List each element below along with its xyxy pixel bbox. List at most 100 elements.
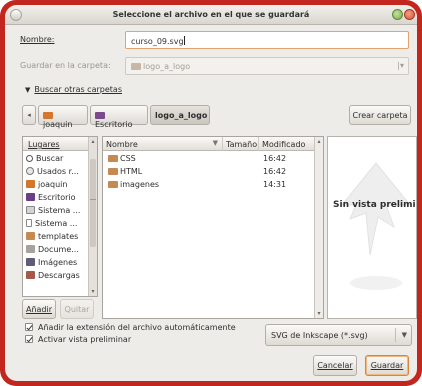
create-folder-button[interactable]: Crear carpeta bbox=[349, 105, 411, 125]
crumb-label: joaquin bbox=[43, 120, 73, 129]
place-item-desktop[interactable]: Escritorio bbox=[23, 191, 90, 204]
column-name-label: Nombre bbox=[106, 140, 138, 149]
preview-pane: Sin vista prelimin bbox=[327, 136, 417, 319]
file-modified: 16:42 bbox=[263, 167, 287, 176]
documents-folder-icon bbox=[26, 245, 35, 253]
folder-icon bbox=[131, 63, 141, 70]
folder-icon bbox=[108, 155, 118, 162]
browse-folders-expander[interactable]: ▼ Buscar otras carpetas bbox=[25, 85, 122, 94]
name-label-text: Nombre: bbox=[20, 35, 55, 44]
place-label: joaquin bbox=[38, 180, 68, 189]
place-item-recent[interactable]: Usados r... bbox=[23, 165, 90, 178]
pictures-folder-icon bbox=[26, 258, 35, 266]
add-place-label: Añadir bbox=[25, 305, 53, 314]
folder-icon bbox=[26, 232, 35, 240]
places-scrollbar[interactable]: ▴ ▾ bbox=[88, 137, 97, 296]
filename-input[interactable]: curso_09.svg bbox=[125, 31, 409, 49]
home-folder-icon bbox=[43, 112, 53, 119]
places-header-label: Lugares bbox=[28, 140, 60, 149]
checkbox-checked-icon[interactable] bbox=[25, 335, 33, 343]
add-place-button[interactable]: Añadir bbox=[22, 299, 56, 319]
scrollbar-thumb[interactable] bbox=[90, 159, 96, 247]
browse-folders-label: Buscar otras carpetas bbox=[34, 85, 122, 94]
place-item-templates[interactable]: templates bbox=[23, 230, 90, 243]
file-name-cell: imagenes bbox=[108, 180, 159, 189]
expander-triangle-icon: ▼ bbox=[25, 86, 31, 94]
file-name-cell: HTML bbox=[108, 167, 142, 176]
downloads-folder-icon bbox=[26, 271, 35, 279]
auto-extension-label: Añadir la extensión del archivo automáti… bbox=[38, 323, 236, 332]
auto-extension-checkbox[interactable]: Añadir la extensión del archivo automáti… bbox=[25, 323, 236, 332]
place-item-system-2[interactable]: Sistema ... bbox=[23, 217, 90, 230]
name-label: Nombre: bbox=[20, 35, 54, 44]
place-item-system-1[interactable]: Sistema ... bbox=[23, 204, 90, 217]
file-row[interactable]: imagenes 14:31 bbox=[103, 179, 315, 191]
usb-drive-icon bbox=[26, 219, 32, 227]
files-scrollbar[interactable]: ▴ ▾ bbox=[314, 137, 323, 318]
sort-arrow-icon: ▼ bbox=[212, 139, 218, 147]
maximize-icon[interactable] bbox=[392, 9, 403, 20]
file-name: HTML bbox=[120, 167, 143, 176]
crumb-label: Escritorio bbox=[95, 120, 133, 129]
file-name-cell: CSS bbox=[108, 154, 136, 163]
close-icon[interactable] bbox=[404, 9, 415, 20]
file-row[interactable]: CSS 16:42 bbox=[103, 153, 315, 165]
place-label: Sistema ... bbox=[38, 206, 81, 215]
file-type-value: SVG de Inkscape (*.svg) bbox=[271, 331, 368, 340]
checkbox-checked-icon[interactable] bbox=[25, 323, 33, 331]
scroll-down-icon[interactable]: ▾ bbox=[89, 288, 97, 295]
place-label: Buscar bbox=[36, 154, 64, 163]
places-list: Buscar Usados r... joaquin Escritorio Si… bbox=[23, 152, 90, 282]
column-modified[interactable]: Modificado bbox=[259, 137, 315, 151]
place-item-pictures[interactable]: Imágenes bbox=[23, 256, 90, 269]
path-back-button[interactable]: ◂ bbox=[22, 105, 36, 125]
save-dialog: Seleccione el archivo en el que se guard… bbox=[5, 5, 417, 381]
place-item-downloads[interactable]: Descargas bbox=[23, 269, 90, 282]
crumb-escritorio[interactable]: Escritorio bbox=[90, 105, 148, 129]
scroll-grip bbox=[90, 199, 96, 200]
place-item-documents[interactable]: Docume... bbox=[23, 243, 90, 256]
folder-icon bbox=[108, 168, 118, 175]
column-size[interactable]: Tamaño bbox=[223, 137, 259, 151]
inkscape-logo-icon bbox=[340, 162, 412, 290]
places-panel: Lugares Buscar Usados r... joaquin Escri… bbox=[22, 136, 98, 297]
save-in-folder-combo: logo_a_logo |▾ bbox=[125, 57, 409, 75]
chevron-down-icon: ▼ bbox=[401, 331, 407, 339]
cancel-button[interactable]: Cancelar bbox=[313, 355, 357, 376]
scroll-up-icon[interactable]: ▴ bbox=[89, 138, 97, 145]
filename-value: curso_09.svg bbox=[131, 37, 184, 46]
file-row[interactable]: HTML 16:42 bbox=[103, 166, 315, 178]
preview-checkbox[interactable]: Activar vista preliminar bbox=[25, 335, 131, 344]
file-modified: 14:31 bbox=[263, 180, 287, 189]
clock-icon bbox=[26, 167, 34, 175]
place-label: Usados r... bbox=[37, 167, 79, 176]
title-bar[interactable]: Seleccione el archivo en el que se guard… bbox=[5, 5, 417, 25]
save-in-folder-label: Guardar en la carpeta: bbox=[20, 61, 111, 70]
save-button[interactable]: Guardar bbox=[365, 355, 409, 376]
preview-option-label: Activar vista preliminar bbox=[38, 335, 132, 344]
desktop-icon bbox=[26, 193, 35, 201]
crumb-logo-a-logo[interactable]: logo_a_logo bbox=[150, 105, 210, 125]
file-name: imagenes bbox=[120, 180, 160, 189]
scroll-up-icon[interactable]: ▴ bbox=[315, 138, 323, 145]
file-name: CSS bbox=[120, 154, 136, 163]
places-header[interactable]: Lugares bbox=[23, 137, 90, 151]
crumb-joaquin[interactable]: joaquin bbox=[38, 105, 88, 129]
desktop-icon bbox=[95, 112, 105, 119]
column-name[interactable]: Nombre ▼ bbox=[103, 137, 223, 151]
place-item-home[interactable]: joaquin bbox=[23, 178, 90, 191]
remove-place-button[interactable]: Quitar bbox=[60, 299, 94, 319]
drive-icon bbox=[26, 206, 35, 214]
text-caret bbox=[183, 36, 185, 45]
cancel-label: Cancelar bbox=[317, 361, 353, 370]
place-label: Escritorio bbox=[38, 193, 76, 202]
scroll-down-icon[interactable]: ▾ bbox=[315, 310, 323, 317]
place-item-search[interactable]: Buscar bbox=[23, 152, 90, 165]
file-list-header: Nombre ▼ Tamaño Modificado bbox=[103, 137, 315, 151]
file-modified: 16:42 bbox=[263, 154, 287, 163]
crumb-label: logo_a_logo bbox=[155, 111, 208, 120]
combo-arrow-icon: |▾ bbox=[397, 61, 404, 70]
place-label: Descargas bbox=[38, 271, 80, 280]
file-type-select[interactable]: SVG de Inkscape (*.svg) ▼ bbox=[265, 324, 412, 346]
save-in-folder-value: logo_a_logo bbox=[143, 62, 191, 71]
